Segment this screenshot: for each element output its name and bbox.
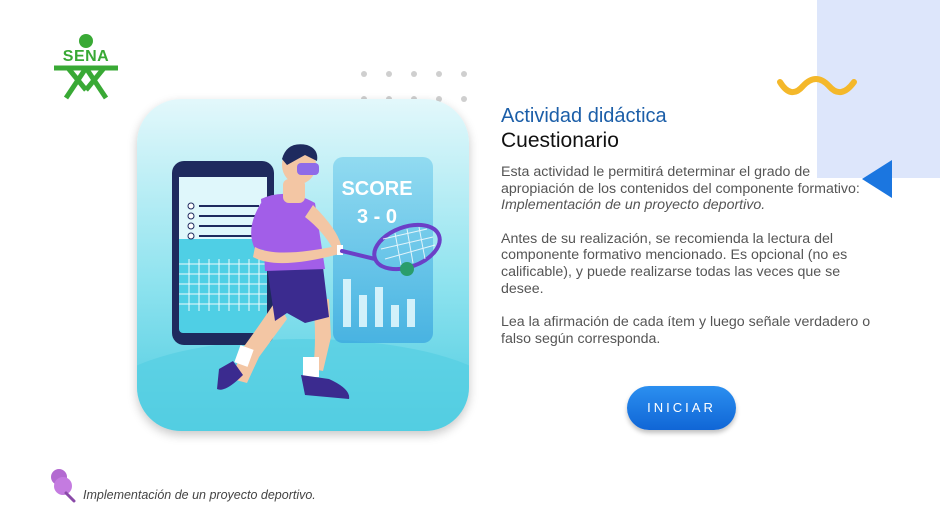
sena-logo: SENA — [50, 32, 122, 104]
pushpin-icon — [48, 467, 78, 503]
squiggle-decoration — [776, 72, 858, 100]
paragraph-recommendation: Antes de su realización, se recomienda l… — [501, 230, 848, 297]
start-button[interactable]: INICIAR — [627, 386, 736, 430]
paragraph-purpose: Esta actividad le permitirá determinar e… — [501, 164, 873, 214]
paragraph-instructions: Lea la afirmación de cada ítem y luego s… — [501, 313, 871, 347]
footer-course-name: Implementación de un proyecto deportivo. — [83, 488, 316, 502]
logo-text: SENA — [62, 48, 110, 65]
tennis-illustration: SCORE 3 - 0 — [137, 99, 469, 431]
paragraph-purpose-text: Esta actividad le permitirá determinar e… — [501, 164, 860, 197]
activity-intro: Actividad didáctica Cuestionario Esta ac… — [501, 104, 873, 364]
course-name-emphasis: Implementación de un proyecto deportivo. — [501, 197, 766, 214]
activity-subtitle: Actividad didáctica — [501, 105, 667, 127]
score-value: 3 - 0 — [357, 206, 397, 228]
score-label: SCORE — [341, 178, 412, 200]
activity-title: Cuestionario — [501, 129, 619, 152]
